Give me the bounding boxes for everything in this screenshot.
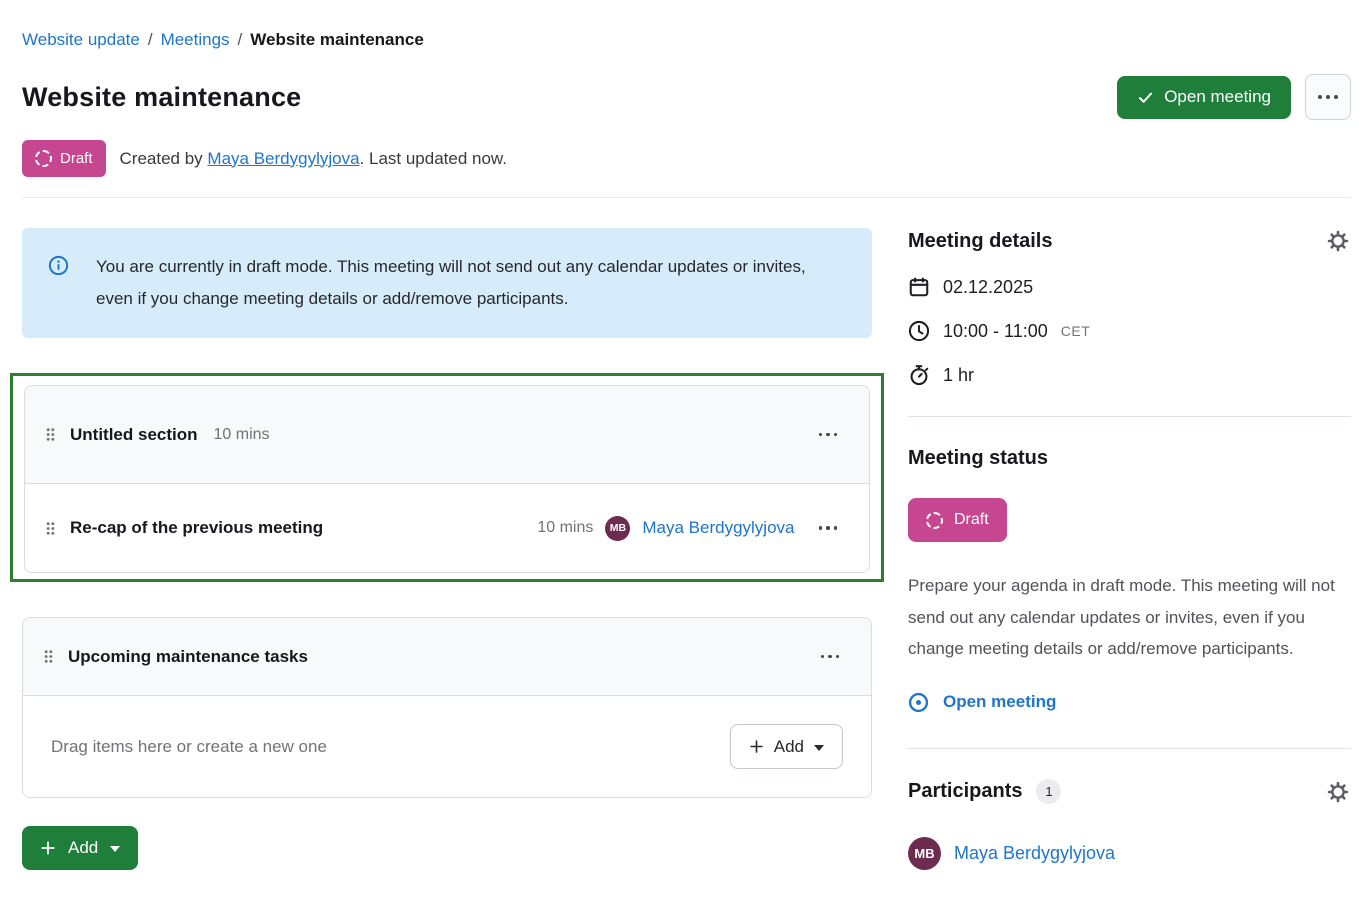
draft-badge-label: Draft — [60, 150, 93, 167]
agenda-item-title: Re-cap of the previous meeting — [70, 518, 323, 538]
participants-settings-button[interactable] — [1325, 779, 1351, 805]
ellipsis-icon — [821, 655, 825, 659]
created-by-text: Created by Maya Berdygylyjova. Last upda… — [120, 149, 507, 169]
drag-handle-icon[interactable] — [45, 520, 56, 537]
section-more-actions-button[interactable] — [819, 649, 842, 665]
stopwatch-icon — [908, 364, 930, 386]
header-divider — [22, 197, 1351, 198]
participant-link[interactable]: Maya Berdygylyjova — [954, 843, 1115, 864]
breadcrumb: Website update / Meetings / Website main… — [22, 30, 1351, 50]
breadcrumb-link-meetings[interactable]: Meetings — [161, 30, 230, 50]
section-add-button[interactable]: Add — [730, 724, 843, 769]
draft-status-button-label: Draft — [954, 511, 989, 529]
draft-status-button[interactable]: Draft — [908, 498, 1007, 542]
add-agenda-button[interactable]: Add — [22, 826, 138, 870]
participant-row: MB Maya Berdygylyjova — [908, 837, 1351, 870]
drag-handle-icon[interactable] — [43, 648, 54, 665]
section-more-actions-button[interactable] — [817, 427, 840, 443]
section-duration: 10 mins — [214, 426, 270, 444]
assignee-link[interactable]: Maya Berdygylyjova — [642, 518, 794, 538]
page-title: Website maintenance — [22, 82, 301, 113]
agenda-section-header[interactable]: Untitled section 10 mins — [25, 386, 869, 483]
open-meeting-link[interactable]: Open meeting — [908, 692, 1056, 713]
drop-zone-placeholder: Drag items here or create a new one — [51, 737, 327, 757]
meeting-duration: 1 hr — [943, 365, 974, 386]
info-icon — [48, 255, 69, 315]
breadcrumb-separator: / — [148, 30, 153, 50]
meeting-sidebar: Meeting details — [908, 228, 1351, 870]
page-header: Website maintenance Open meeting — [22, 74, 1351, 120]
breadcrumb-separator: / — [238, 30, 243, 50]
sidebar-divider — [908, 748, 1351, 749]
meeting-duration-row: 1 hr — [908, 364, 1351, 386]
created-by-prefix: Created by — [120, 149, 203, 168]
agenda-section-header[interactable]: Upcoming maintenance tasks — [23, 618, 871, 696]
sidebar-divider — [908, 416, 1351, 417]
draft-dashed-circle-icon — [35, 150, 52, 167]
header-more-actions-button[interactable] — [1305, 74, 1351, 120]
assignee-avatar[interactable]: MB — [605, 516, 630, 541]
check-icon — [1137, 89, 1154, 106]
participant-avatar[interactable]: MB — [908, 837, 941, 870]
ellipsis-icon — [819, 433, 823, 437]
agenda-item-more-actions-button[interactable] — [817, 520, 840, 536]
header-actions: Open meeting — [1117, 74, 1351, 120]
meeting-status-description: Prepare your agenda in draft mode. This … — [908, 570, 1351, 665]
section-add-button-label: Add — [774, 737, 804, 757]
section-drop-zone[interactable]: Drag items here or create a new one Add — [23, 696, 871, 797]
section-title: Untitled section — [70, 425, 198, 445]
agenda-item-duration: 10 mins — [537, 519, 593, 537]
agenda-section-card: Untitled section 10 mins Re-cap of the p… — [24, 385, 870, 573]
circle-dot-icon — [908, 692, 929, 713]
meeting-date-row: 02.12.2025 — [908, 276, 1351, 298]
empty-agenda-section-card: Upcoming maintenance tasks Drag items he… — [22, 617, 872, 798]
add-agenda-button-label: Add — [68, 838, 98, 858]
created-by-suffix: . Last updated now. — [360, 149, 507, 168]
plus-icon — [40, 840, 56, 856]
ellipsis-icon — [1318, 95, 1322, 99]
calendar-icon — [908, 276, 930, 298]
chevron-down-icon — [814, 745, 824, 751]
meeting-timezone: CET — [1061, 323, 1091, 339]
ellipsis-icon — [819, 526, 823, 530]
open-meeting-button-label: Open meeting — [1164, 87, 1271, 107]
plus-icon — [749, 739, 764, 754]
meta-row: Draft Created by Maya Berdygylyjova. Las… — [22, 140, 1351, 177]
selected-agenda-group: Untitled section 10 mins Re-cap of the p… — [10, 373, 884, 582]
meeting-details-title: Meeting details — [908, 230, 1052, 253]
meeting-date: 02.12.2025 — [943, 277, 1033, 298]
open-meeting-link-label: Open meeting — [943, 692, 1056, 712]
drag-handle-icon[interactable] — [45, 426, 56, 443]
meeting-status-title: Meeting status — [908, 447, 1048, 470]
breadcrumb-current: Website maintenance — [250, 30, 424, 50]
clock-icon — [908, 320, 930, 342]
draft-dashed-circle-icon — [926, 512, 943, 529]
section-title: Upcoming maintenance tasks — [68, 647, 308, 667]
draft-status-badge[interactable]: Draft — [22, 140, 106, 177]
meeting-details-settings-button[interactable] — [1325, 228, 1351, 254]
chevron-down-icon — [110, 846, 120, 852]
meeting-time: 10:00 - 11:00 — [943, 321, 1048, 342]
gear-icon — [1327, 230, 1349, 252]
author-link[interactable]: Maya Berdygylyjova — [207, 149, 359, 168]
meeting-time-row: 10:00 - 11:00 CET — [908, 320, 1351, 342]
draft-mode-alert: You are currently in draft mode. This me… — [22, 228, 872, 338]
participants-title: Participants — [908, 780, 1022, 803]
breadcrumb-link-project[interactable]: Website update — [22, 30, 140, 50]
draft-mode-alert-text: You are currently in draft mode. This me… — [96, 251, 818, 315]
agenda-column: You are currently in draft mode. This me… — [22, 228, 872, 870]
gear-icon — [1327, 781, 1349, 803]
participants-count-badge: 1 — [1036, 779, 1061, 804]
open-meeting-button[interactable]: Open meeting — [1117, 76, 1291, 119]
meeting-page: Website update / Meetings / Website main… — [0, 0, 1369, 870]
agenda-item-row[interactable]: Re-cap of the previous meeting 10 mins M… — [25, 483, 869, 572]
